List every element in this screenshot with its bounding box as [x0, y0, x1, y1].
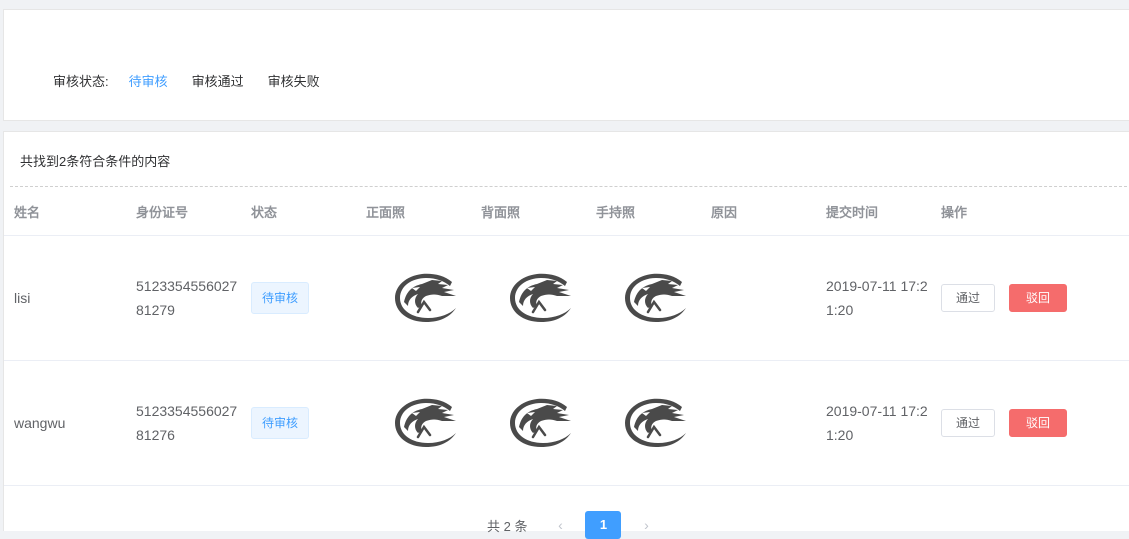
column-header-id: 身份证号 — [136, 204, 189, 220]
id-number-cell: 512335455602781276 — [136, 403, 238, 443]
name-cell: wangwu — [14, 415, 66, 431]
back-photo-cell — [471, 272, 586, 324]
column-header-submit-time: 提交时间 — [826, 204, 879, 220]
filter-option-approved[interactable]: 审核通过 — [192, 71, 244, 90]
actions-cell: 通过 驳回 — [931, 284, 1111, 312]
status-cell: 待审核 — [241, 407, 356, 439]
approve-button[interactable]: 通过 — [941, 409, 996, 437]
approve-button[interactable]: 通过 — [941, 284, 996, 312]
pagination: 共 2 条 ‹ 1 › — [487, 511, 661, 539]
table-row: wangwu 512335455602781276 待审核 2019-07-11… — [4, 361, 1129, 486]
reject-button[interactable]: 驳回 — [1009, 284, 1068, 312]
review-table: 姓名 身份证号 状态 正面照 背面照 手持照 原因 提交时间 操作 lisi 5… — [4, 187, 1129, 486]
status-filter: 审核状态: 待审核 审核通过 审核失败 — [53, 71, 344, 90]
front-photo-cell — [356, 397, 471, 449]
handheld-photo-cell — [586, 397, 701, 449]
chevron-left-icon[interactable]: ‹ — [545, 517, 575, 533]
column-header-handheld-photo: 手持照 — [596, 204, 636, 220]
actions-cell: 通过 驳回 — [931, 409, 1111, 437]
status-badge: 待审核 — [251, 282, 310, 314]
back-photo-thumbnail[interactable] — [507, 272, 577, 324]
submit-time-cell: 2019-07-11 17:21:20 — [826, 278, 928, 318]
filter-panel: 审核状态: 待审核 审核通过 审核失败 — [3, 9, 1129, 121]
id-number-cell: 512335455602781279 — [136, 278, 238, 318]
table-header: 姓名 身份证号 状态 正面照 背面照 手持照 原因 提交时间 操作 — [4, 187, 1129, 236]
column-header-front-photo: 正面照 — [366, 204, 406, 220]
result-summary: 共找到2条符合条件的内容 — [20, 154, 171, 169]
filter-option-pending[interactable]: 待审核 — [129, 71, 168, 90]
column-header-actions: 操作 — [941, 204, 968, 220]
front-photo-thumbnail[interactable] — [392, 397, 462, 449]
status-cell: 待审核 — [241, 282, 356, 314]
back-photo-thumbnail[interactable] — [507, 397, 577, 449]
handheld-photo-thumbnail[interactable] — [622, 272, 692, 324]
filter-option-failed[interactable]: 审核失败 — [268, 71, 320, 90]
table-row: lisi 512335455602781279 待审核 2019-07-11 1… — [4, 236, 1129, 361]
name-cell: lisi — [14, 290, 31, 306]
status-filter-label: 审核状态: — [53, 74, 109, 89]
column-header-back-photo: 背面照 — [481, 204, 521, 220]
front-photo-thumbnail[interactable] — [392, 272, 462, 324]
handheld-photo-cell — [586, 272, 701, 324]
chevron-right-icon[interactable]: › — [631, 517, 661, 533]
pagination-total: 共 2 条 — [487, 518, 528, 534]
column-header-status: 状态 — [251, 204, 278, 220]
front-photo-cell — [356, 272, 471, 324]
column-header-name: 姓名 — [14, 204, 41, 220]
handheld-photo-thumbnail[interactable] — [622, 397, 692, 449]
submit-time-cell: 2019-07-11 17:21:20 — [826, 403, 928, 443]
back-photo-cell — [471, 397, 586, 449]
reject-button[interactable]: 驳回 — [1009, 409, 1068, 437]
status-badge: 待审核 — [251, 407, 310, 439]
column-header-reason: 原因 — [711, 204, 738, 220]
page-number-button[interactable]: 1 — [585, 511, 622, 539]
results-panel: 共找到2条符合条件的内容 姓名 身份证号 状态 正面照 背面照 手持照 原因 提… — [3, 131, 1129, 539]
